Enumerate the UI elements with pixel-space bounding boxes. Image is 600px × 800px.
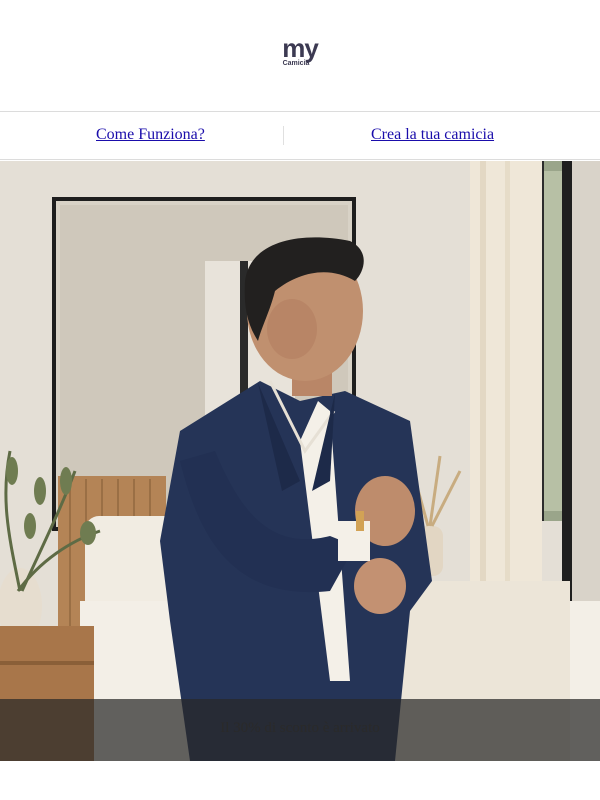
hero-image[interactable] [0, 161, 600, 761]
email-header: my Camicia [0, 0, 600, 112]
promo-text: Il 30% di sconto è arrivato [220, 720, 380, 736]
logo-subtext: Camicia [282, 60, 310, 67]
promo-banner[interactable]: Il 30% di sconto è arrivato [0, 699, 600, 761]
hero-illustration [0, 161, 600, 761]
nav-link-come-funziona[interactable]: Come Funziona? [96, 126, 205, 144]
nav-link-crea-camicia[interactable]: Crea la tua camicia [371, 126, 494, 144]
brand-logo[interactable]: my Camicia [270, 33, 330, 76]
nav-divider [283, 126, 284, 145]
top-navigation: Come Funziona? Crea la tua camicia [0, 112, 600, 160]
logo-wordmark: my [282, 33, 319, 63]
